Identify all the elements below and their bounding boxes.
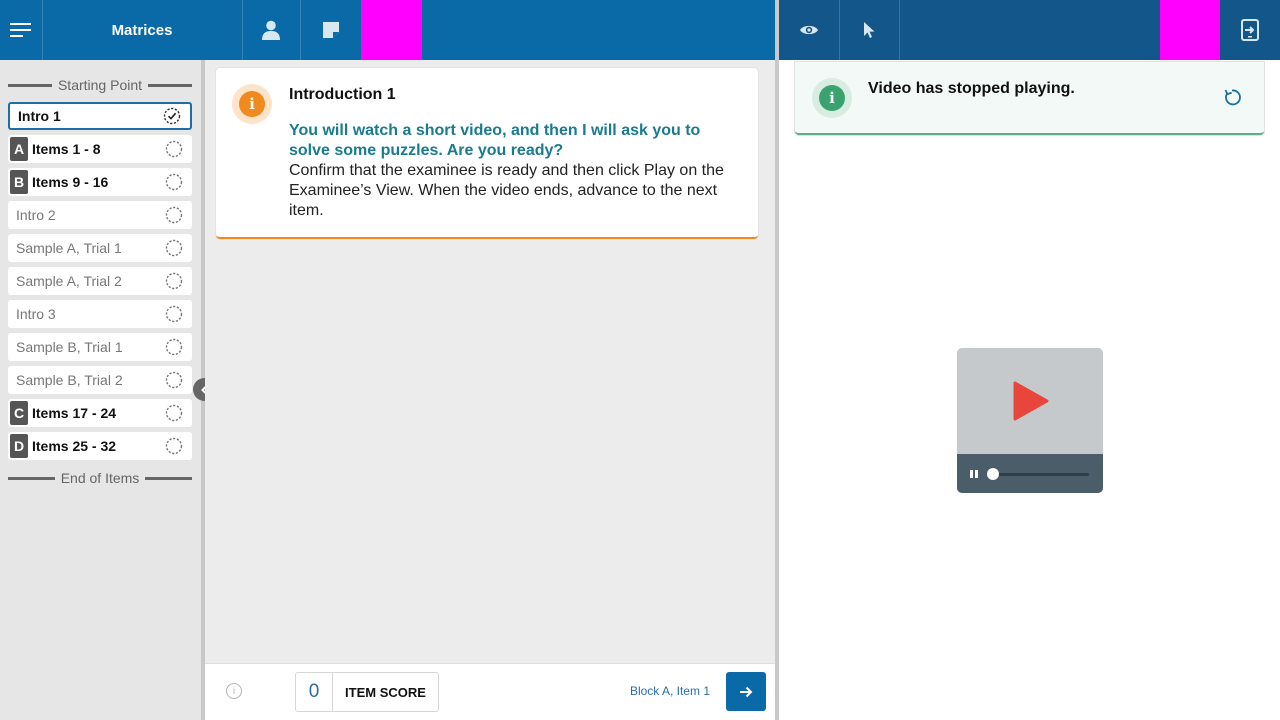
play-button[interactable] xyxy=(957,348,1103,454)
starting-point-label: Starting Point xyxy=(57,77,143,93)
sidebar-item-label: Sample B, Trial 2 xyxy=(16,372,123,388)
menu-button[interactable] xyxy=(0,0,42,60)
dashed-circle-icon xyxy=(164,238,184,258)
dashed-circle-icon xyxy=(164,139,184,159)
sidebar-item[interactable]: Intro 1 xyxy=(8,102,192,130)
sidebar-item-label: Intro 1 xyxy=(18,108,61,124)
device-switch-icon xyxy=(1241,19,1259,41)
person-icon xyxy=(262,20,280,40)
sidebar-item-label: Items 17 - 24 xyxy=(32,405,117,421)
progress-track[interactable] xyxy=(987,473,1089,476)
dashed-circle-icon xyxy=(164,403,184,423)
divider-line xyxy=(148,83,192,87)
progress-thumb[interactable] xyxy=(987,468,1000,480)
video-player xyxy=(957,348,1103,493)
block-letter-badge: C xyxy=(10,401,28,425)
examinee-view-button[interactable] xyxy=(779,0,839,60)
video-status-notice: i Video has stopped playing. xyxy=(795,62,1264,135)
dashed-circle-icon xyxy=(164,271,184,291)
item-position: Block A, Item 1 xyxy=(629,684,710,698)
sidebar-item[interactable]: Sample B, Trial 1 xyxy=(8,333,192,361)
sidebar-item-label: Intro 2 xyxy=(16,207,56,223)
examinee-info-button[interactable] xyxy=(242,0,300,60)
introduction-card: i Introduction 1 You will watch a short … xyxy=(216,68,758,239)
end-of-items-marker: End of Items xyxy=(8,469,192,487)
dashed-circle-icon xyxy=(164,337,184,357)
examiner-instructions: Confirm that the examinee is ready and t… xyxy=(289,162,724,219)
card-title: Introduction 1 xyxy=(289,86,396,103)
check-circle-icon xyxy=(162,106,182,126)
sidebar-item[interactable]: Sample A, Trial 1 xyxy=(8,234,192,262)
block-letter-badge: D xyxy=(10,434,28,458)
info-icon-ring: i xyxy=(232,84,272,124)
sidebar-item[interactable]: A Items 1 - 8 xyxy=(8,135,192,163)
block-letter-badge: B xyxy=(10,170,28,194)
note-icon xyxy=(322,22,339,38)
video-controls xyxy=(957,454,1103,493)
info-icon: i xyxy=(239,91,265,117)
sidebar-item[interactable]: Sample A, Trial 2 xyxy=(8,267,192,295)
item-score-label: ITEM SCORE xyxy=(345,684,426,700)
sidebar-item[interactable]: Sample B, Trial 2 xyxy=(8,366,192,394)
sidebar-item-label: Items 9 - 16 xyxy=(32,174,109,190)
notice-message: Video has stopped playing. xyxy=(868,80,1075,97)
dashed-circle-icon xyxy=(164,205,184,225)
sidebar-item-label: Items 1 - 8 xyxy=(32,141,101,157)
toolbar-separator xyxy=(899,0,900,60)
next-item-button[interactable] xyxy=(726,672,766,711)
sidebar-item-label: Sample B, Trial 1 xyxy=(16,339,123,355)
divider-line xyxy=(8,83,52,87)
divider-line xyxy=(8,476,55,480)
replay-icon xyxy=(1224,89,1241,106)
sidebar-item-label: Sample A, Trial 2 xyxy=(16,273,122,289)
sidebar-item[interactable]: C Items 17 - 24 xyxy=(8,399,192,427)
redacted-region xyxy=(1160,0,1220,60)
info-icon[interactable]: i xyxy=(226,683,242,699)
block-letter-badge: A xyxy=(10,137,28,161)
pause-icon[interactable] xyxy=(969,469,979,479)
pointer-button[interactable] xyxy=(839,0,899,60)
item-score-box: 0 ITEM SCORE xyxy=(295,672,439,712)
item-score-value[interactable]: 0 xyxy=(296,673,333,711)
redacted-region xyxy=(361,0,422,60)
notice-icon-ring: i xyxy=(812,78,852,118)
sidebar-item[interactable]: D Items 25 - 32 xyxy=(8,432,192,460)
dashed-circle-icon xyxy=(164,304,184,324)
sidebar-item-label: Items 25 - 32 xyxy=(32,438,117,454)
dashed-circle-icon xyxy=(164,436,184,456)
starting-point-marker: Starting Point xyxy=(8,76,192,94)
dashed-circle-icon xyxy=(164,172,184,192)
eye-icon xyxy=(800,25,818,35)
info-icon: i xyxy=(819,85,845,111)
notes-button[interactable] xyxy=(300,0,361,60)
panel-divider[interactable] xyxy=(775,0,779,720)
play-icon xyxy=(1013,381,1049,421)
page-title: Matrices xyxy=(111,21,173,39)
sidebar-item-label: Intro 3 xyxy=(16,306,56,322)
switch-device-button[interactable] xyxy=(1220,0,1280,60)
sidebar-item[interactable]: B Items 9 - 16 xyxy=(8,168,192,196)
end-of-items-label: End of Items xyxy=(60,470,140,486)
sidebar-item[interactable]: Intro 2 xyxy=(8,201,192,229)
sidebar-item[interactable]: Intro 3 xyxy=(8,300,192,328)
sidebar-item-label: Sample A, Trial 1 xyxy=(16,240,122,256)
examiner-prompt: You will watch a short video, and then I… xyxy=(289,122,701,159)
divider-line xyxy=(145,476,192,480)
cursor-pointer-icon xyxy=(864,22,875,38)
hamburger-menu-icon xyxy=(10,23,31,37)
arrow-right-icon xyxy=(740,686,753,697)
dashed-circle-icon xyxy=(164,370,184,390)
replay-button[interactable] xyxy=(1221,86,1243,108)
